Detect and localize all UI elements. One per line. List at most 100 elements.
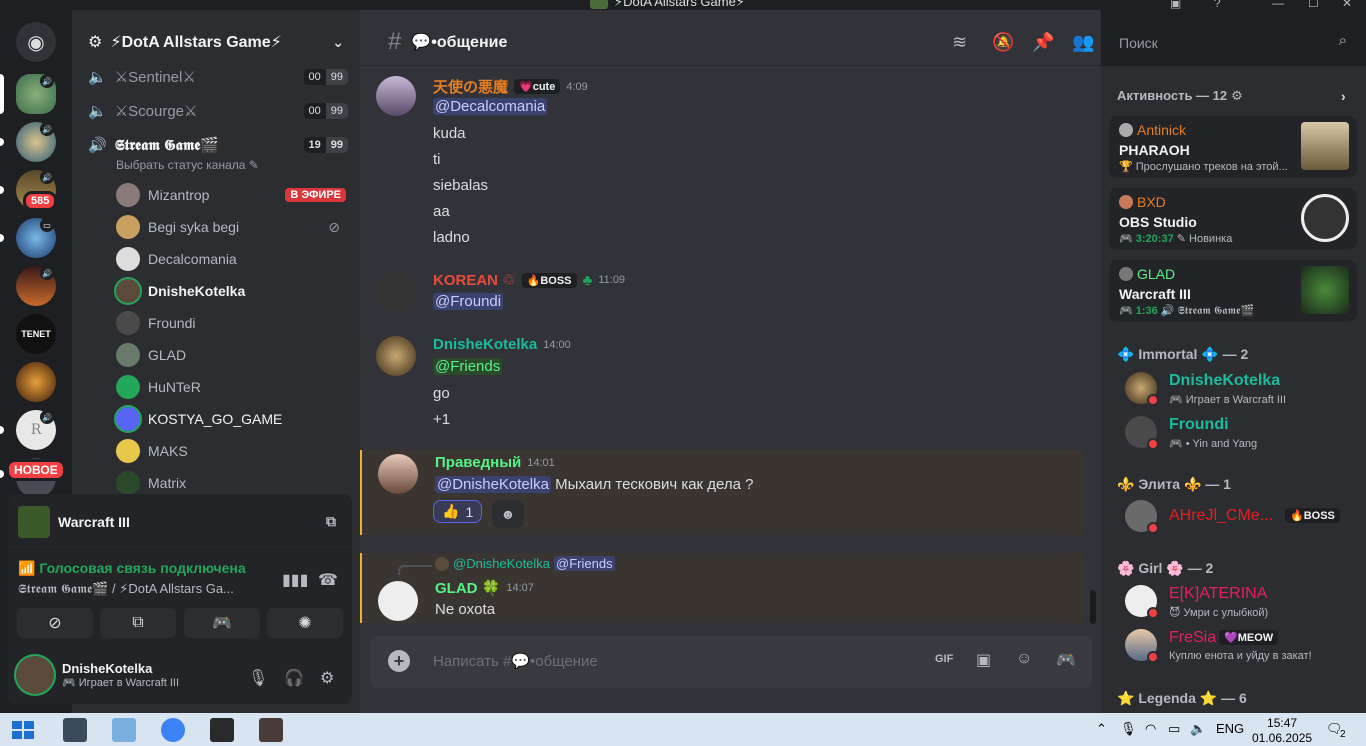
- voice-location[interactable]: 𝕾𝖙𝖗𝖊𝖆𝖒 𝕲𝖆𝖒𝖊🎬 / ⚡DotA Allstars Ga...: [18, 581, 258, 597]
- mention[interactable]: @Decalcomania: [433, 98, 548, 115]
- battery-icon[interactable]: ▭: [1168, 721, 1180, 737]
- voice-status[interactable]: 📶 Голосовая связь подключена: [18, 560, 246, 577]
- warcraft-app-icon[interactable]: [259, 718, 283, 742]
- message-composer[interactable]: + Написать #💬•общение GIF ▣ ☺ 🎮: [370, 636, 1092, 688]
- avatar[interactable]: [376, 76, 416, 116]
- gamepad-icon[interactable]: 🎮: [1056, 650, 1076, 670]
- message-author[interactable]: Праведный 14:01: [435, 454, 555, 471]
- help-icon[interactable]: ?: [1214, 0, 1221, 10]
- windows-start-icon[interactable]: [12, 721, 34, 739]
- voice-user[interactable]: Decalcomania: [116, 244, 346, 274]
- screen-share-icon[interactable]: ⧉: [326, 513, 336, 530]
- close-button[interactable]: ✕: [1342, 0, 1352, 10]
- avatar[interactable]: [378, 454, 418, 494]
- language-indicator[interactable]: ENG: [1216, 721, 1244, 736]
- member-item[interactable]: DnisheKotelka 🎮 Играет в Warcraft III: [1125, 368, 1355, 412]
- activities-button[interactable]: 🎮: [184, 608, 260, 638]
- avatar[interactable]: [376, 271, 416, 311]
- game-art: [1301, 266, 1349, 314]
- voice-user[interactable]: Begi syka begi ⊘: [116, 212, 346, 242]
- voice-channel-active[interactable]: 🔊 𝕾𝖙𝖗𝖊𝖆𝖒 𝕲𝖆𝖒𝖊🎬 19 99: [88, 131, 348, 159]
- mention[interactable]: @Froundi: [433, 293, 504, 310]
- screen-share-button[interactable]: ⧉: [100, 608, 176, 638]
- add-attachment-button[interactable]: +: [388, 650, 410, 672]
- pin-icon[interactable]: 📌: [1032, 32, 1054, 53]
- emoji-icon[interactable]: ☺: [1016, 650, 1032, 668]
- volume-icon[interactable]: 🔈: [1190, 721, 1206, 737]
- clock[interactable]: 15:47 01.06.2025: [1252, 716, 1312, 746]
- maximize-button[interactable]: ☐: [1308, 0, 1319, 10]
- message-author[interactable]: 天使の悪魔 💗cute 4:09: [433, 76, 588, 97]
- thumbs-up-icon: 👍: [442, 503, 460, 519]
- soundboard-button[interactable]: ✺: [267, 608, 343, 638]
- camera-off-button[interactable]: ⊘: [17, 608, 93, 638]
- battlenet-app-icon[interactable]: [210, 718, 234, 742]
- add-reaction-button[interactable]: ☻: [492, 500, 524, 528]
- member-item[interactable]: AHreJl_CMe... 🔥BOSS: [1125, 496, 1355, 540]
- reaction-thumbs-up[interactable]: 👍 1: [433, 500, 483, 523]
- message-author[interactable]: DnisheKotelka 14:00: [433, 336, 571, 353]
- notifications-muted-icon[interactable]: 🔕: [992, 32, 1014, 53]
- voice-user[interactable]: HuNTeR: [116, 372, 346, 402]
- message[interactable]: KOREAN ♲ 🔥BOSS ♣ 11:09 @Froundi: [360, 265, 1084, 321]
- voice-channel[interactable]: 🔈 ⚔Sentinel⚔ 00 99: [88, 63, 348, 91]
- member-item[interactable]: E[K]ATERINA 😈 Умри с улыбкой): [1125, 581, 1355, 625]
- message-author[interactable]: KOREAN ♲ 🔥BOSS ♣ 11:09: [433, 271, 625, 290]
- voice-user[interactable]: GLAD: [116, 340, 346, 370]
- mention[interactable]: @Friends: [433, 358, 503, 375]
- member-item[interactable]: Froundi 🎮 • Yin and Yang: [1125, 412, 1355, 456]
- calculator-app-icon[interactable]: [112, 718, 136, 742]
- threads-icon[interactable]: ≋: [952, 32, 967, 53]
- activity-card[interactable]: Antinick PHARAOH 🏆 Прослушано треков на …: [1109, 116, 1357, 178]
- gif-icon[interactable]: GIF: [935, 653, 953, 665]
- disconnect-icon[interactable]: ☎: [318, 570, 338, 590]
- message-reply[interactable]: @DnisheKotelka @Friends GLAD 🍀 14:07 Ne o…: [360, 553, 1084, 623]
- voice-user[interactable]: DnisheKotelka: [116, 276, 346, 306]
- noise-suppression-icon[interactable]: ▮▮▮: [282, 570, 308, 590]
- microphone-tray-icon[interactable]: 🎙: [1120, 721, 1137, 737]
- message[interactable]: 天使の悪魔 💗cute 4:09 @Decalcomania kuda ti sie…: [360, 70, 1084, 260]
- message-author[interactable]: GLAD 🍀 14:07: [435, 579, 534, 597]
- voice-user[interactable]: KOSTYA_GO_GAME: [116, 404, 346, 434]
- app-name: Warcraft III: [58, 513, 130, 530]
- obs-icon: [1301, 194, 1349, 242]
- server-header[interactable]: ⚙ ⚡DotA Allstars Game⚡ ⌄: [72, 24, 360, 60]
- voice-channel[interactable]: 🔈 ⚔Scourge⚔ 00 99: [88, 97, 348, 125]
- reply-preview[interactable]: @DnisheKotelka @Friends: [435, 556, 615, 571]
- activity-card[interactable]: GLAD Warcraft III 🎮 1:36 🔊 𝕾𝖙𝖗𝖊𝖆𝖒 𝕲𝖆𝖒𝖊🎬: [1109, 260, 1357, 322]
- avatar: [116, 311, 140, 335]
- channel-status-hint[interactable]: Выбрать статус канала ✎: [116, 158, 259, 172]
- mention[interactable]: @DnisheKotelka: [435, 476, 551, 493]
- voice-user[interactable]: MAKS: [116, 436, 346, 466]
- wifi-icon[interactable]: ◠: [1145, 721, 1156, 737]
- inbox-icon[interactable]: ▣: [1170, 0, 1181, 10]
- server-7[interactable]: [16, 362, 56, 402]
- settings-gear-icon[interactable]: ⚙: [320, 668, 334, 688]
- message-highlighted[interactable]: Праведный 14:01 @DnisheKotelka Мыхаил тес…: [360, 450, 1084, 535]
- voice-user[interactable]: Froundi: [116, 308, 346, 338]
- chrome-app-icon[interactable]: [161, 718, 185, 742]
- members-icon[interactable]: 👥: [1072, 32, 1094, 53]
- headphones-icon[interactable]: 🎧: [284, 668, 304, 688]
- message-input[interactable]: Написать #💬•общение: [433, 652, 598, 670]
- avatar: [116, 439, 140, 463]
- avatar[interactable]: [16, 656, 54, 694]
- search-input[interactable]: Поиск ⌕: [1111, 26, 1355, 58]
- sticker-icon[interactable]: ▣: [976, 650, 991, 670]
- voice-user[interactable]: Mizantrop В ЭФИРЕ: [116, 180, 346, 210]
- microphone-icon[interactable]: 🎙: [248, 668, 268, 688]
- avatar[interactable]: [378, 581, 418, 621]
- speaker-icon: 🔊: [88, 137, 107, 154]
- scrollbar-thumb[interactable]: [1090, 590, 1096, 624]
- minimize-button[interactable]: —: [1272, 0, 1284, 10]
- avatar[interactable]: [376, 336, 416, 376]
- member-item[interactable]: FreSia 💜MEOW Куплю енота и уйду в закат!: [1125, 625, 1355, 669]
- activity-bar[interactable]: Warcraft III ⧉: [8, 494, 352, 550]
- discord-home-icon[interactable]: ◉: [16, 22, 56, 62]
- activity-header[interactable]: Активность — 12 ⚙ ›: [1117, 88, 1346, 104]
- chevron-up-icon[interactable]: ⌃: [1096, 721, 1107, 737]
- mail-app-icon[interactable]: [63, 718, 87, 742]
- server-tenet[interactable]: TENET: [16, 314, 56, 354]
- message[interactable]: DnisheKotelka 14:00 @Friends go +1: [360, 330, 1084, 440]
- activity-card[interactable]: BXD OBS Studio 🎮 3:20:37 ✎ Новинка: [1109, 188, 1357, 250]
